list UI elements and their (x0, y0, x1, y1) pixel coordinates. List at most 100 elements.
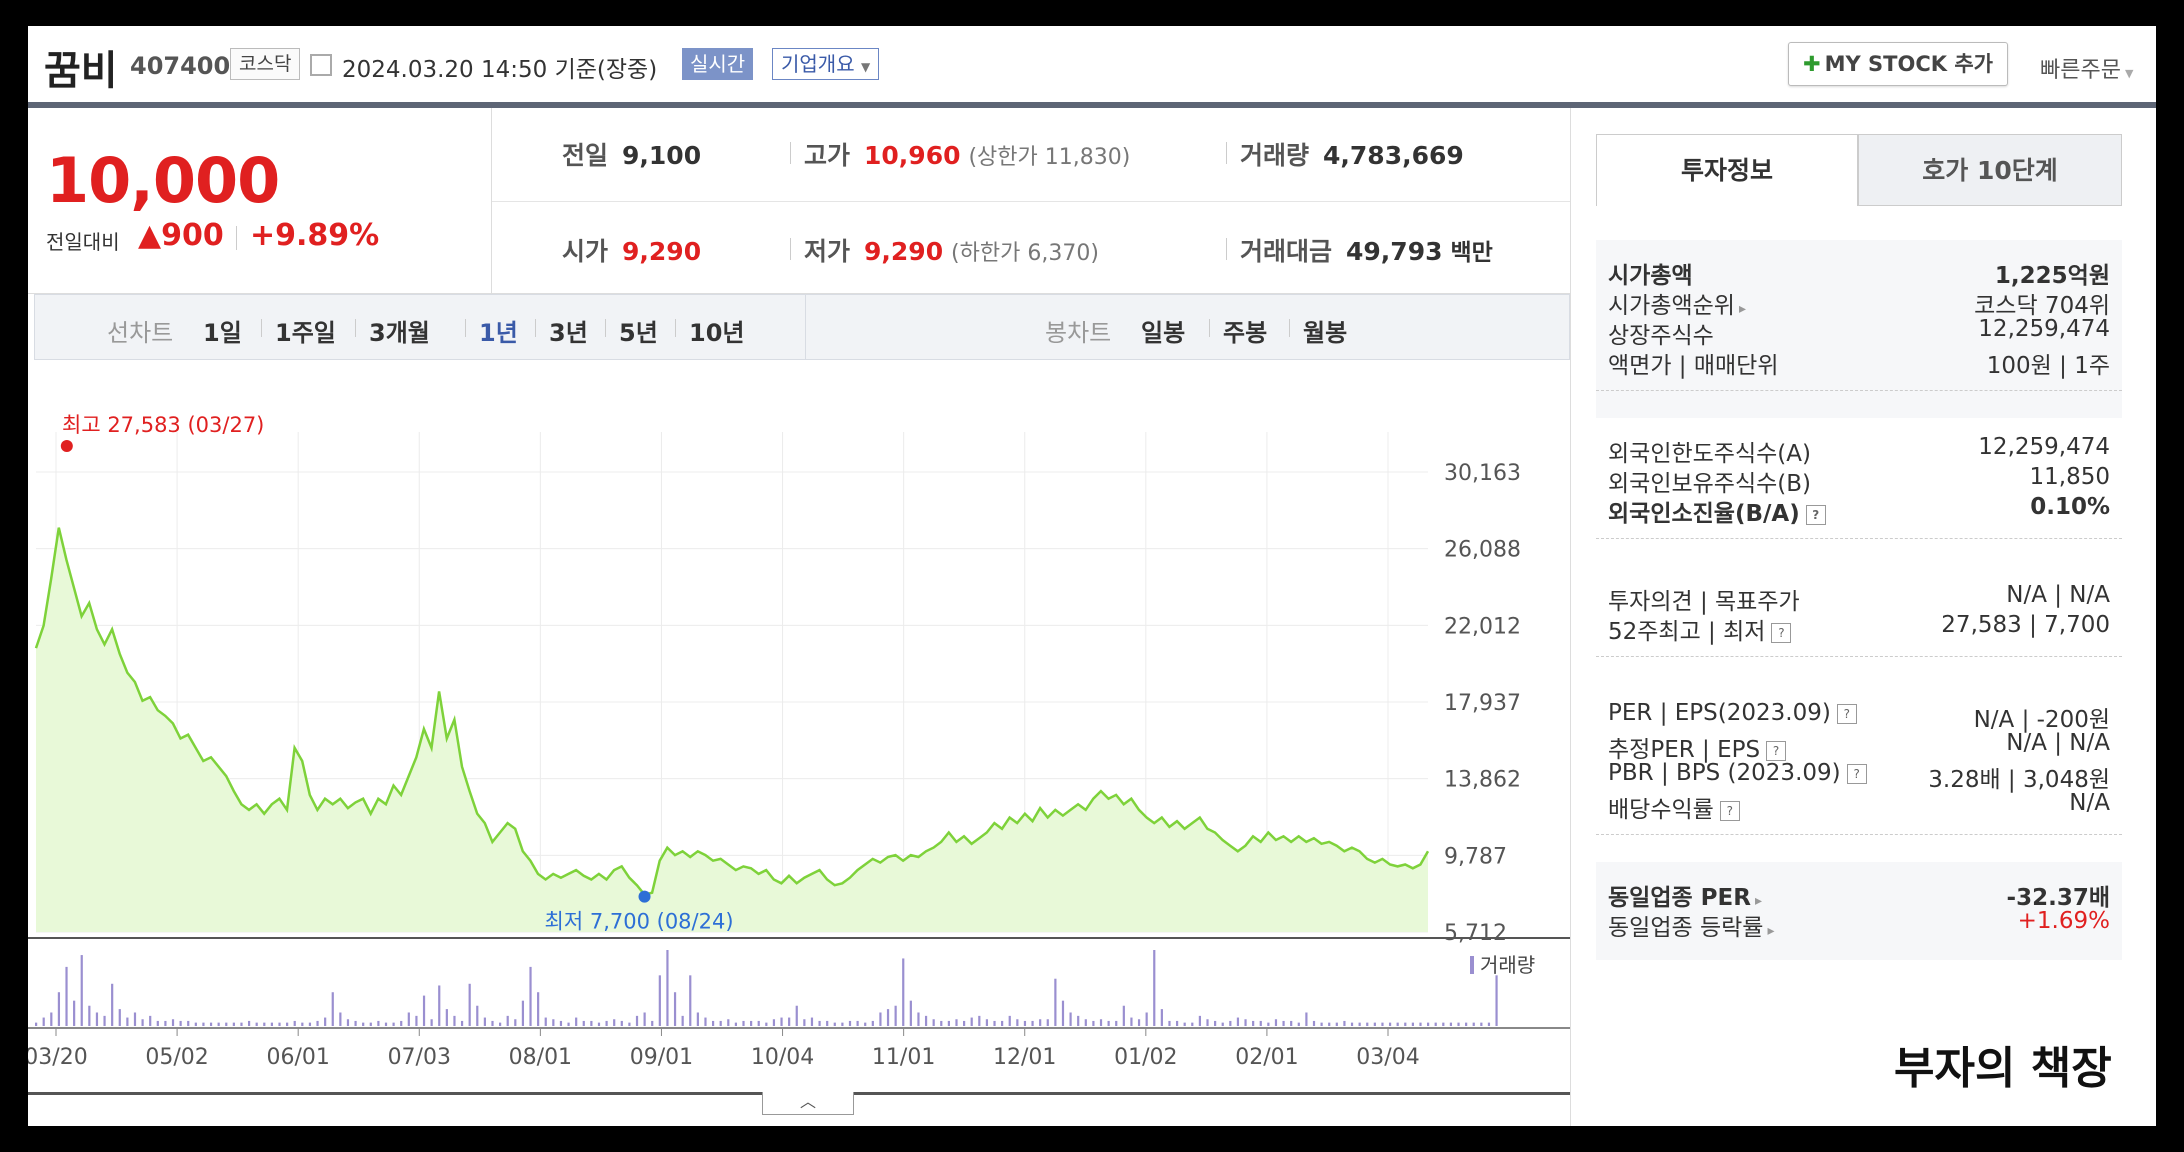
help-icon[interactable]: ? (1846, 763, 1867, 784)
volume-bar (392, 1022, 395, 1026)
volume-bar (1457, 1022, 1460, 1026)
volume-bar (932, 1019, 935, 1026)
volume-bar (240, 1022, 243, 1026)
candle-monthly[interactable]: 월봉 (1303, 313, 1347, 348)
low-value: 9,290 (864, 237, 944, 266)
divider (492, 201, 1570, 202)
collapse-chart-button[interactable]: ︿ (762, 1092, 854, 1115)
volume-bar (73, 1000, 76, 1026)
volume-bar (1077, 1015, 1080, 1026)
help-icon[interactable]: ? (1836, 703, 1857, 724)
volume-bar (582, 1020, 585, 1026)
volume-bar (978, 1015, 981, 1026)
volume-bar (57, 992, 61, 1026)
volume-bar (377, 1020, 380, 1026)
tab-order-book[interactable]: 호가 10단계 (1858, 134, 2122, 206)
info-value: N/A (2069, 790, 2110, 816)
volume-bar (400, 1020, 403, 1026)
x-tick-label: 05/02 (145, 1045, 208, 1070)
volume-bar (1472, 1022, 1475, 1026)
x-tick-label: 01/02 (1114, 1045, 1177, 1070)
volume-bar (1328, 1022, 1331, 1026)
help-icon[interactable]: ? (1805, 504, 1826, 525)
volume-label: 거래량 (1240, 141, 1310, 170)
tab-investment-info[interactable]: 투자정보 (1596, 134, 1858, 206)
volume-bar (278, 1022, 281, 1026)
volume-bar (940, 1020, 943, 1026)
volume-bar (156, 1020, 159, 1026)
high-value: 10,960 (864, 141, 961, 170)
candle-weekly[interactable]: 주봉 (1223, 313, 1267, 348)
volume-bar (765, 1022, 768, 1026)
volume-bar (597, 1022, 601, 1026)
volume-bar (118, 1009, 121, 1026)
period-10y[interactable]: 10년 (689, 313, 744, 348)
info-key: 배당수익률? (1608, 790, 1740, 824)
period-1y[interactable]: 1년 (479, 313, 518, 348)
volume-bar (35, 1022, 38, 1026)
period-5y[interactable]: 5년 (619, 313, 658, 348)
volume-bar (1229, 1020, 1232, 1026)
volume-bar (270, 1022, 274, 1026)
upper-limit: (상한가 11,830) (968, 145, 1131, 170)
amount-cell: 거래대금 49,793 백만 (1240, 232, 1493, 268)
volume-bar (1404, 1022, 1407, 1026)
min-marker (638, 890, 651, 903)
volume-bar (635, 1015, 639, 1026)
volume-bar (1069, 1012, 1072, 1026)
volume-bar (1442, 1022, 1445, 1026)
divider (355, 319, 356, 337)
period-3y[interactable]: 3년 (549, 313, 588, 348)
info-row: 배당수익률? N/A (1596, 784, 2122, 824)
divider (465, 319, 466, 337)
volume-bar (734, 1022, 738, 1026)
volume-bar (1350, 1022, 1354, 1026)
period-1d[interactable]: 1일 (203, 313, 242, 348)
volume-bar (742, 1020, 745, 1026)
divider (1226, 142, 1227, 164)
volume-bar (331, 992, 334, 1026)
volume-bar (1297, 1022, 1300, 1026)
help-icon[interactable]: ? (1771, 622, 1792, 643)
add-my-stock-button[interactable]: ✚ MY STOCK 추가 (1788, 42, 2008, 86)
info-key-text: PER | EPS(2023.09) (1608, 700, 1831, 726)
lower-limit: (하한가 6,370) (951, 241, 1099, 266)
volume-bar (1411, 1022, 1414, 1026)
volume-bar (95, 1012, 99, 1026)
candle-daily[interactable]: 일봉 (1141, 313, 1185, 348)
period-3m[interactable]: 3개월 (369, 313, 430, 348)
volume-bar (848, 1020, 852, 1026)
plus-icon: ✚ (1803, 52, 1821, 76)
volume-bar (308, 1022, 312, 1026)
volume-bar (1092, 1020, 1095, 1026)
volume-bar (826, 1020, 829, 1026)
volume-bar (521, 1000, 525, 1026)
volume-bar (1183, 1022, 1186, 1026)
realtime-button[interactable]: 실시간 (682, 48, 754, 80)
volume-bar (871, 1020, 874, 1026)
volume-bar (841, 1022, 844, 1026)
volume-bar (1175, 1020, 1179, 1026)
x-tick-label: 11/01 (872, 1045, 935, 1070)
volume-bar (719, 1020, 722, 1026)
volume-bar (1168, 1020, 1171, 1026)
chevron-right-icon[interactable]: ▸ (1767, 923, 1774, 939)
dashed-divider (1596, 390, 2122, 391)
volume-bar (369, 1022, 372, 1026)
volume-bar (620, 1020, 623, 1026)
info-key: PER | EPS(2023.09)? (1608, 700, 1857, 726)
volume-bar (1335, 1022, 1338, 1026)
amount-value: 49,793 (1346, 237, 1443, 266)
volume-bar (225, 1022, 228, 1026)
volume-bar (1160, 1009, 1163, 1026)
volume-bar (1396, 1022, 1399, 1026)
open-value: 9,290 (622, 237, 702, 266)
volume-bar (1252, 1020, 1255, 1026)
current-price-panel: 10,000 전일대비 ▲900 +9.89% (28, 108, 492, 294)
chart-grid (28, 432, 1570, 1029)
quick-order-menu[interactable]: 빠른주문 ▼ (2040, 52, 2133, 84)
volume-bar (286, 1022, 289, 1026)
company-overview-dropdown[interactable]: 기업개요 ▼ (772, 48, 880, 80)
help-icon[interactable]: ? (1719, 800, 1740, 821)
period-1w[interactable]: 1주일 (275, 313, 336, 348)
